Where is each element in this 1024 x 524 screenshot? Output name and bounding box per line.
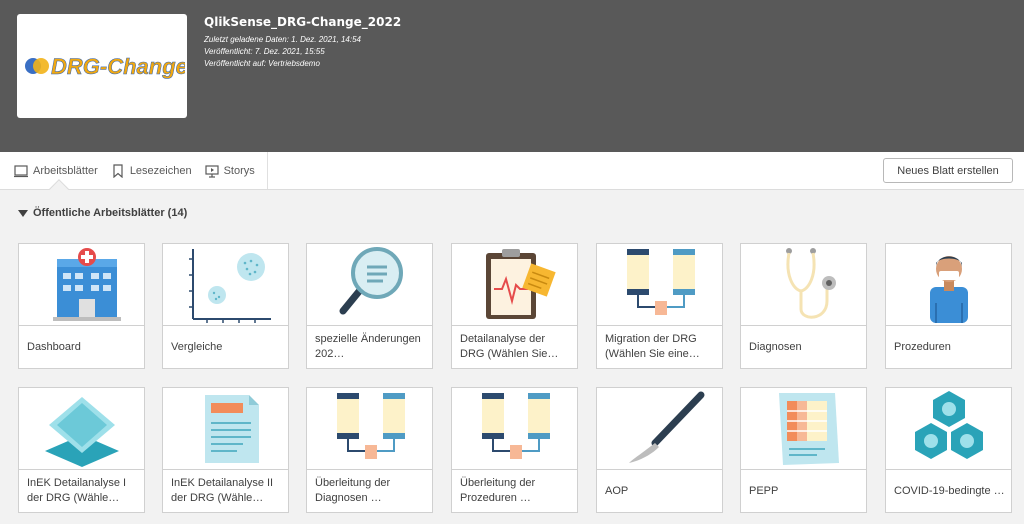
sheet-title: Migration der DRG (Wählen Sie eine…: [605, 333, 700, 360]
app-title: QlikSense_DRG-Change_2022: [204, 15, 402, 29]
collapse-triangle-icon: [18, 209, 28, 217]
sheet-title: Überleitung der Diagnosen …: [315, 477, 391, 504]
sheet-icon: [14, 164, 28, 178]
molecule-icon: [886, 388, 1011, 470]
last-reload-text: Zuletzt geladene Daten: 1. Dez. 2021, 14…: [204, 35, 361, 44]
section-title: Öffentliche Arbeitsblätter (14): [33, 207, 188, 219]
scalpel-icon: [597, 388, 722, 470]
tab-sheets[interactable]: Arbeitsblätter: [14, 164, 98, 178]
app-logo: DRG-Change: [17, 14, 187, 118]
published-stream-text: Veröffentlicht auf: Vertriebsdemo: [204, 59, 320, 68]
magnifier-icon: [307, 244, 432, 326]
sheet-card-dashboard[interactable]: Dashboard: [18, 243, 145, 369]
sheet-title: InEK Detailanalyse I der DRG (Wähle…: [27, 477, 127, 504]
sheet-card-inek-detailanalyse-2[interactable]: InEK Detailanalyse II der DRG (Wähle…: [162, 387, 289, 513]
sheet-card-pepp[interactable]: PEPP: [740, 387, 867, 513]
sheet-card-inek-detailanalyse-1[interactable]: InEK Detailanalyse I der DRG (Wähle…: [18, 387, 145, 513]
document-icon: [163, 388, 288, 470]
sheet-card-migration-drg[interactable]: Migration der DRG (Wählen Sie eine…: [596, 243, 723, 369]
scatter-chart-icon: [163, 244, 288, 326]
sheet-title: COVID-19-bedingte …: [894, 484, 1005, 497]
tab-sheets-label: Arbeitsblätter: [33, 164, 98, 177]
drg-change-logo: DRG-Change: [25, 54, 185, 79]
sheet-title: spezielle Änderungen 202…: [315, 333, 421, 360]
layers-icon: [19, 388, 144, 470]
asset-tabs: Arbeitsblätter Lesezeichen Storys: [0, 152, 268, 189]
stethoscope-icon: [741, 244, 866, 326]
hospital-icon: [19, 244, 144, 326]
sheet-title: Überleitung der Prozeduren …: [460, 477, 536, 504]
tab-stories-label: Storys: [223, 164, 255, 177]
asset-tabbar: Arbeitsblätter Lesezeichen Storys Neues …: [0, 152, 1024, 199]
sheet-card-prozeduren[interactable]: Prozeduren: [885, 243, 1012, 369]
sheet-title: AOP: [605, 484, 629, 497]
sheet-card-vergleiche[interactable]: Vergleiche: [162, 243, 289, 369]
sheet-title: Dashboard: [27, 340, 81, 353]
public-sheets-toggle[interactable]: Öffentliche Arbeitsblätter (14): [18, 207, 187, 219]
flow-migration-icon: [597, 244, 722, 326]
sheet-title: Vergleiche: [171, 340, 223, 353]
sheet-title: InEK Detailanalyse II der DRG (Wähle…: [171, 477, 274, 504]
flow-icon: [452, 388, 577, 470]
sheet-card-diagnosen[interactable]: Diagnosen: [740, 243, 867, 369]
sheet-card-detailanalyse-drg[interactable]: Detailanalyse der DRG (Wählen Sie…: [451, 243, 578, 369]
clipboard-ecg-icon: [452, 244, 577, 326]
sheet-card-ueberleitung-diagnosen[interactable]: Überleitung der Diagnosen …: [306, 387, 433, 513]
published-date-text: Veröffentlicht: 7. Dez. 2021, 15:55: [204, 47, 325, 56]
tab-bookmarks-label: Lesezeichen: [129, 164, 192, 177]
create-new-sheet-button[interactable]: Neues Blatt erstellen: [883, 158, 1013, 183]
sheet-title: Diagnosen: [749, 340, 802, 353]
sheet-title: PEPP: [749, 484, 779, 497]
sheet-card-ueberleitung-prozeduren[interactable]: Überleitung der Prozeduren …: [451, 387, 578, 513]
doctor-icon: [886, 244, 1011, 326]
sheet-title: Prozeduren: [894, 340, 951, 353]
tab-stories[interactable]: Storys: [204, 164, 255, 178]
bookmark-icon: [111, 163, 125, 178]
report-icon: [741, 388, 866, 470]
sheet-card-spezielle-aenderungen[interactable]: spezielle Änderungen 202…: [306, 243, 433, 369]
tab-bookmarks[interactable]: Lesezeichen: [111, 163, 192, 178]
svg-text:DRG-Change: DRG-Change: [51, 54, 185, 79]
sheet-card-covid-19[interactable]: COVID-19-bedingte …: [885, 387, 1012, 513]
app-header: DRG-Change QlikSense_DRG-Change_2022 Zul…: [0, 0, 1024, 152]
story-icon: [204, 164, 219, 178]
sheet-title: Detailanalyse der DRG (Wählen Sie…: [460, 333, 559, 360]
sheet-card-aop[interactable]: AOP: [596, 387, 723, 513]
flow-icon: [307, 388, 432, 470]
